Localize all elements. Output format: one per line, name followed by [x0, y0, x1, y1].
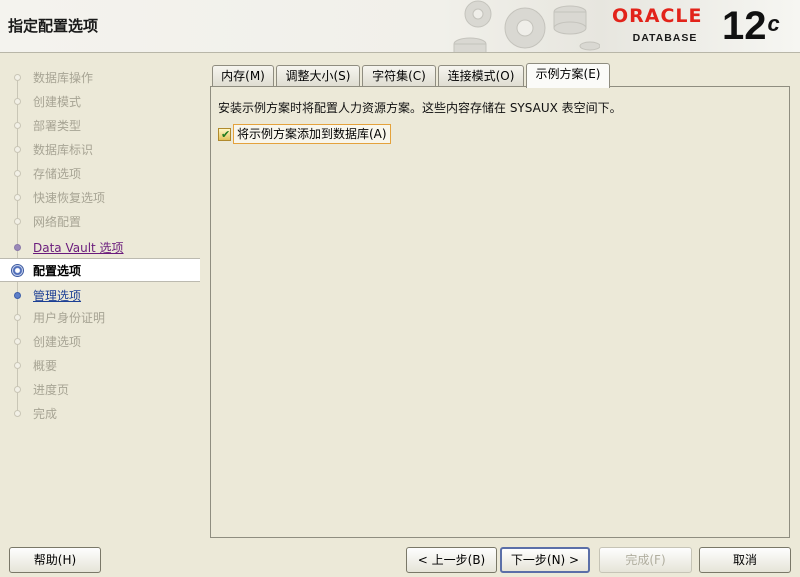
nav-step-fast-recovery: 快速恢复选项 — [0, 186, 200, 210]
oracle-logo: ORACLE DATABASE — [612, 6, 718, 44]
nav-step-label: 网络配置 — [33, 215, 82, 229]
nav-step-label: 快速恢复选项 — [33, 191, 106, 205]
nav-step-label: 进度页 — [33, 383, 70, 397]
nav-step-data-vault[interactable]: Data Vault 选项 — [0, 236, 200, 260]
sample-schema-description: 安装示例方案时将配置人力资源方案。这些内容存储在 SYSAUX 表空间下。 — [218, 101, 622, 115]
nav-step-database-identification: 数据库标识 — [0, 138, 200, 162]
nav-step-user-credentials: 用户身份证明 — [0, 306, 200, 330]
nav-step-management-options[interactable]: 管理选项 — [0, 284, 200, 308]
nav-step-label: 配置选项 — [33, 264, 82, 278]
add-sample-schemas-checkbox[interactable]: ✔ — [218, 128, 231, 141]
nav-step-progress: 进度页 — [0, 378, 200, 402]
step-navigation: 数据库操作 创建模式 部署类型 数据库标识 存储选项 快速恢复选项 网络配置 D… — [0, 56, 200, 536]
step-dot-icon — [14, 146, 21, 153]
nav-step-config-options: 配置选项 — [0, 258, 200, 282]
step-dot-icon — [14, 410, 21, 417]
nav-step-storage-options: 存储选项 — [0, 162, 200, 186]
nav-step-creation-options: 创建选项 — [0, 330, 200, 354]
help-button[interactable]: 帮助(H) — [9, 547, 101, 573]
tab-memory[interactable]: 内存(M) — [212, 65, 274, 87]
step-dot-icon — [14, 362, 21, 369]
page-title: 指定配置选项 — [8, 17, 99, 35]
version-badge: 12c — [722, 4, 780, 48]
step-dot-icon — [14, 244, 21, 251]
step-dot-icon — [14, 292, 21, 299]
finish-button: 完成(F) — [599, 547, 692, 573]
nav-step-creation-mode: 创建模式 — [0, 90, 200, 114]
step-dot-icon — [14, 170, 21, 177]
nav-step-label: 存储选项 — [33, 167, 82, 181]
nav-step-label: 用户身份证明 — [33, 311, 106, 325]
nav-step-label[interactable]: Data Vault 选项 — [33, 241, 124, 255]
step-dot-icon — [14, 386, 21, 393]
nav-step-label: 概要 — [33, 359, 58, 373]
nav-step-label: 创建选项 — [33, 335, 82, 349]
step-dot-icon — [14, 74, 21, 81]
back-button[interactable]: < 上一步(B) — [406, 547, 497, 573]
nav-step-label: 创建模式 — [33, 95, 82, 109]
tab-content-panel: 安装示例方案时将配置人力资源方案。这些内容存储在 SYSAUX 表空间下。 ✔ … — [210, 86, 790, 538]
step-dot-icon — [14, 218, 21, 225]
checkmark-icon: ✔ — [221, 128, 231, 141]
nav-step-database-operation: 数据库操作 — [0, 66, 200, 90]
step-dot-icon — [14, 122, 21, 129]
nav-step-network-config: 网络配置 — [0, 210, 200, 234]
add-sample-schemas-label[interactable]: 将示例方案添加到数据库(A) — [233, 124, 391, 144]
oracle-wordmark: ORACLE — [612, 5, 703, 27]
step-dot-icon — [14, 338, 21, 345]
version-suffix: c — [767, 11, 780, 36]
nav-step-deployment-type: 部署类型 — [0, 114, 200, 138]
tab-character-sets[interactable]: 字符集(C) — [362, 65, 436, 87]
version-number: 12 — [722, 4, 767, 48]
nav-step-summary: 概要 — [0, 354, 200, 378]
current-step-icon — [11, 264, 24, 277]
cancel-button[interactable]: 取消 — [699, 547, 791, 573]
nav-step-finish: 完成 — [0, 402, 200, 426]
step-dot-icon — [14, 98, 21, 105]
nav-step-label[interactable]: 管理选项 — [33, 289, 81, 303]
nav-step-label: 部署类型 — [33, 119, 82, 133]
gears-graphic-icon — [453, 0, 600, 52]
nav-step-label: 数据库标识 — [33, 143, 94, 157]
nav-step-label: 完成 — [33, 407, 58, 421]
step-dot-icon — [14, 314, 21, 321]
step-dot-icon — [14, 194, 21, 201]
tab-connection-mode[interactable]: 连接模式(O) — [438, 65, 524, 87]
next-button[interactable]: 下一步(N) > — [500, 547, 590, 573]
nav-step-label: 数据库操作 — [33, 71, 94, 85]
tab-sample-schemas[interactable]: 示例方案(E) — [526, 63, 610, 88]
header-banner: 指定配置选项 ORACLE DATABASE 12c — [0, 0, 800, 53]
database-wordmark: DATABASE — [632, 32, 698, 44]
tab-sizing[interactable]: 调整大小(S) — [276, 65, 360, 87]
